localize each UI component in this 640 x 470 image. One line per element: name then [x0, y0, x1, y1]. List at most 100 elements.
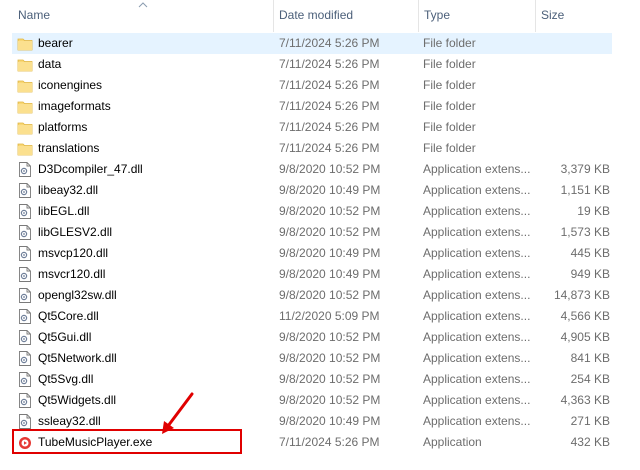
folder-icon — [17, 119, 33, 136]
file-name: libEGL.dll — [38, 204, 90, 218]
file-row[interactable]: D3Dcompiler_47.dll 9/8/2020 10:52 PM Appli… — [12, 159, 612, 180]
column-header-type[interactable]: Type — [418, 0, 534, 32]
sort-ascending-icon — [138, 2, 148, 8]
file-type: Application extens... — [423, 162, 531, 176]
file-date-modified: 9/8/2020 10:52 PM — [279, 393, 381, 407]
file-size — [532, 96, 610, 117]
file-date-modified: 7/11/2024 5:26 PM — [279, 78, 380, 92]
dll-file-icon — [17, 224, 33, 241]
file-size: 14,873 KB — [553, 288, 610, 302]
file-row[interactable]: msvcp120.dll 9/8/2020 10:49 PM Application… — [12, 243, 612, 264]
file-name: platforms — [38, 120, 88, 134]
dll-file-icon — [17, 161, 33, 178]
file-size — [532, 75, 610, 96]
file-row[interactable]: libGLESV2.dll 9/8/2020 10:52 PM Applicatio… — [12, 222, 612, 243]
file-row[interactable]: iconengines 7/11/2024 5:26 PM File folder — [12, 75, 612, 96]
file-row[interactable]: libEGL.dll 9/8/2020 10:52 PM Application e… — [12, 201, 612, 222]
file-date-modified: 9/8/2020 10:49 PM — [279, 414, 381, 428]
file-size: 949 KB — [570, 267, 610, 281]
file-size — [532, 33, 610, 54]
file-name: libeay32.dll — [38, 183, 99, 197]
file-date-modified: 7/11/2024 5:26 PM — [279, 36, 380, 50]
dll-file-icon — [17, 392, 33, 409]
file-type: Application extens... — [423, 414, 531, 428]
file-row[interactable]: Qt5Core.dll 11/2/2020 5:09 PM Application … — [12, 306, 612, 327]
file-size — [532, 117, 610, 138]
file-size: 4,363 KB — [560, 393, 610, 407]
dll-file-icon — [17, 287, 33, 304]
file-name: D3Dcompiler_47.dll — [38, 162, 143, 176]
file-size: 4,905 KB — [560, 330, 610, 344]
file-size: 3,379 KB — [560, 162, 610, 176]
file-type: File folder — [423, 120, 476, 134]
file-date-modified: 9/8/2020 10:52 PM — [279, 204, 381, 218]
file-type: Application extens... — [423, 288, 531, 302]
file-name: Qt5Svg.dll — [38, 372, 94, 386]
file-size: 271 KB — [570, 414, 610, 428]
file-date-modified: 9/8/2020 10:52 PM — [279, 372, 381, 386]
file-row[interactable]: bearer 7/11/2024 5:26 PM File folder — [12, 33, 612, 54]
dll-file-icon — [17, 266, 33, 283]
column-header-size[interactable]: Size — [535, 0, 619, 32]
column-header-date-modified[interactable]: Date modified — [273, 0, 417, 32]
file-row[interactable]: imageformats 7/11/2024 5:26 PM File folder — [12, 96, 612, 117]
file-type: Application extens... — [423, 246, 531, 260]
file-name: msvcp120.dll — [38, 246, 109, 260]
file-row[interactable]: translations 7/11/2024 5:26 PM File folder — [12, 138, 612, 159]
file-row[interactable]: libeay32.dll 9/8/2020 10:49 PM Application… — [12, 180, 612, 201]
file-size — [532, 54, 610, 75]
file-name: bearer — [38, 36, 73, 50]
file-name: imageformats — [38, 99, 111, 113]
file-date-modified: 9/8/2020 10:52 PM — [279, 288, 381, 302]
file-type: File folder — [423, 78, 476, 92]
file-size: 432 KB — [570, 435, 610, 449]
file-date-modified: 7/11/2024 5:26 PM — [279, 141, 380, 155]
file-type: File folder — [423, 57, 476, 71]
file-date-modified: 7/11/2024 5:26 PM — [279, 99, 380, 113]
file-type: Application extens... — [423, 393, 531, 407]
file-date-modified: 9/8/2020 10:52 PM — [279, 330, 381, 344]
annotation-highlight-box — [12, 429, 242, 454]
file-size: 254 KB — [570, 372, 610, 386]
file-row[interactable]: Qt5Widgets.dll 9/8/2020 10:52 PM Applicati… — [12, 390, 612, 411]
dll-file-icon — [17, 413, 33, 430]
file-row[interactable]: Qt5Svg.dll 9/8/2020 10:52 PM Application e… — [12, 369, 612, 390]
file-date-modified: 9/8/2020 10:52 PM — [279, 225, 381, 239]
folder-icon — [17, 98, 33, 115]
file-size — [532, 138, 610, 159]
file-name: libGLESV2.dll — [38, 225, 113, 239]
file-date-modified: 9/8/2020 10:49 PM — [279, 183, 381, 197]
file-type: Application extens... — [423, 225, 531, 239]
folder-icon — [17, 77, 33, 94]
dll-file-icon — [17, 203, 33, 220]
file-date-modified: 9/8/2020 10:52 PM — [279, 162, 381, 176]
file-type: Application extens... — [423, 330, 531, 344]
file-row[interactable]: msvcr120.dll 9/8/2020 10:49 PM Application… — [12, 264, 612, 285]
file-row[interactable]: platforms 7/11/2024 5:26 PM File folder — [12, 117, 612, 138]
file-size: 445 KB — [570, 246, 610, 260]
annotation-arrow-icon — [162, 392, 194, 434]
file-date-modified: 7/11/2024 5:26 PM — [279, 435, 380, 449]
file-name: Qt5Gui.dll — [38, 330, 92, 344]
file-row[interactable]: Qt5Gui.dll 9/8/2020 10:52 PM Application e… — [12, 327, 612, 348]
file-size: 19 KB — [577, 204, 610, 218]
file-type: Application extens... — [423, 183, 531, 197]
file-row[interactable]: opengl32sw.dll 9/8/2020 10:52 PM Applicati… — [12, 285, 612, 306]
dll-file-icon — [17, 329, 33, 346]
file-name: translations — [38, 141, 100, 155]
file-date-modified: 9/8/2020 10:49 PM — [279, 267, 381, 281]
file-type: File folder — [423, 99, 476, 113]
file-row[interactable]: Qt5Network.dll 9/8/2020 10:52 PM Applicati… — [12, 348, 612, 369]
file-name: Qt5Network.dll — [38, 351, 117, 365]
file-type: Application extens... — [423, 351, 531, 365]
file-size: 841 KB — [570, 351, 610, 365]
file-date-modified: 7/11/2024 5:26 PM — [279, 57, 380, 71]
file-size: 1,573 KB — [560, 225, 610, 239]
file-type: Application extens... — [423, 267, 531, 281]
file-name: msvcr120.dll — [38, 267, 106, 281]
file-row[interactable]: data 7/11/2024 5:26 PM File folder — [12, 54, 612, 75]
dll-file-icon — [17, 182, 33, 199]
file-date-modified: 9/8/2020 10:49 PM — [279, 246, 381, 260]
file-type: File folder — [423, 36, 476, 50]
file-type: Application extens... — [423, 204, 531, 218]
